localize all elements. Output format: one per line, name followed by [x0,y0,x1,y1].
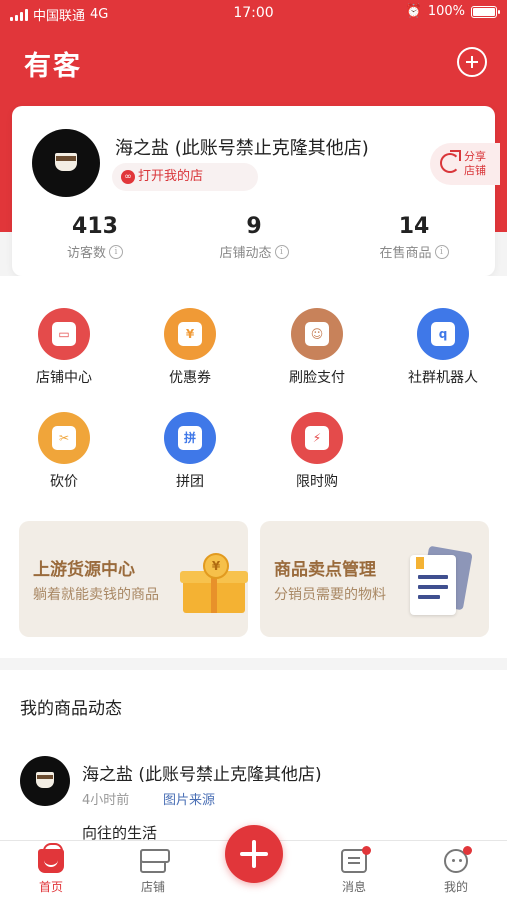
shop-avatar[interactable] [32,129,100,197]
battery-icon [471,5,500,18]
shop-name: 海之盐 (此账号禁止克隆其他店) [115,138,369,159]
tab-label: 店铺 [140,880,165,894]
bargain-icon: ✂ [38,412,90,464]
feature-coupon[interactable]: ¥ 优惠券 [140,308,240,387]
feature-bargain[interactable]: ✂ 砍价 [14,412,114,491]
publish-button[interactable] [225,825,283,883]
stat-label: 访客数 [66,246,106,261]
info-icon[interactable]: i [274,244,289,259]
feature-group-buy[interactable]: 拼 拼团 [140,412,240,491]
tab-label: 我的 [443,880,468,894]
stat-label: 在售商品 [379,246,432,261]
product-activity-section: 我的商品动态 海之盐 (此账号禁止克隆其他店) 4小时前 图片来源 向往的生活 [0,670,507,842]
promo-supply-center[interactable]: 上游货源中心 躺着就能卖钱的商品 ¥ [19,521,248,637]
profile-icon [444,846,472,873]
feature-label: 店铺中心 [36,370,92,386]
promo-title: 上游货源中心 [33,560,135,580]
stat-label: 店铺动态 [219,246,272,261]
feature-community-robot[interactable]: q 社群机器人 [393,308,493,387]
message-icon [341,846,371,873]
share-icon [440,150,461,173]
feature-flash-sale[interactable]: ⚡ 限时购 [267,412,367,491]
store-icon [140,849,170,873]
avatar[interactable] [20,756,70,806]
store-icon: ▭ [38,308,90,360]
feed-author: 海之盐 (此账号禁止克隆其他店) [82,765,322,785]
promo-selling-points[interactable]: 商品卖点管理 分销员需要的物料 [260,521,489,637]
coupon-icon: ¥ [164,308,216,360]
face-pay-icon: ☺ [291,308,343,360]
stat-shop-activity[interactable]: 9 店铺动态 i [199,214,309,261]
promo-subtitle: 躺着就能卖钱的商品 [33,587,159,603]
share-shop-label: 分享 店铺 [464,150,486,177]
feature-store-center[interactable]: ▭ 店铺中心 [14,308,114,387]
robot-icon: q [417,308,469,360]
info-icon[interactable]: i [109,244,123,259]
image-source-link[interactable]: 图片来源 [163,789,215,808]
flash-sale-icon: ⚡ [291,412,343,464]
feature-label: 限时购 [296,474,338,490]
feature-label: 拼团 [176,474,204,490]
tab-store[interactable]: 店铺 [113,849,193,895]
tab-messages[interactable]: 消息 [314,846,394,895]
open-shop-button[interactable]: ∞ 打开我的店 [112,163,258,191]
notification-dot [362,846,371,855]
tab-label: 消息 [341,880,366,894]
feed-timestamp: 4小时前 [82,793,130,808]
alarm-icon: ⏰ [405,4,422,19]
document-icon [410,545,473,617]
promo-title: 商品卖点管理 [274,560,376,580]
tab-label: 首页 [38,880,63,894]
link-icon: ∞ [121,170,135,184]
info-icon[interactable]: i [434,244,449,259]
feature-label: 刷脸支付 [289,370,345,386]
feature-label: 砍价 [50,474,78,490]
tab-home[interactable]: 首页 [11,843,91,895]
feature-grid: ▭ 店铺中心 ¥ 优惠券 ☺ 刷脸支付 q 社群机器人 ✂ 砍价 拼 拼团 ⚡ … [0,276,507,658]
stat-products-on-sale[interactable]: 14 在售商品 i [359,214,469,261]
stat-value: 14 [398,214,430,239]
feature-face-pay[interactable]: ☺ 刷脸支付 [267,308,367,387]
tab-me[interactable]: 我的 [416,846,496,895]
promo-subtitle: 分销员需要的物料 [274,587,386,603]
add-icon[interactable] [457,47,487,77]
feature-label: 优惠券 [169,370,211,386]
notification-dot [463,846,472,855]
open-shop-label: 打开我的店 [138,169,204,184]
feature-label: 社群机器人 [408,370,478,386]
section-title: 我的商品动态 [20,699,122,719]
battery-percent: 100% [427,4,465,19]
gift-box-icon: ¥ [180,553,248,613]
stats-row: 413 访客数 i 9 店铺动态 i 14 在售商品 i [12,214,495,274]
group-buy-icon: 拼 [164,412,216,464]
section-divider [0,658,507,670]
share-shop-button[interactable]: 分享 店铺 [430,143,500,185]
stat-value: 413 [72,214,118,239]
stat-visitors[interactable]: 413 访客数 i [40,214,150,261]
status-bar: 中国联通 4G 17:00 ⏰ 100% [0,0,507,26]
stat-value: 9 [246,214,262,239]
home-icon [38,843,64,873]
app-title: 有客 [24,51,82,82]
